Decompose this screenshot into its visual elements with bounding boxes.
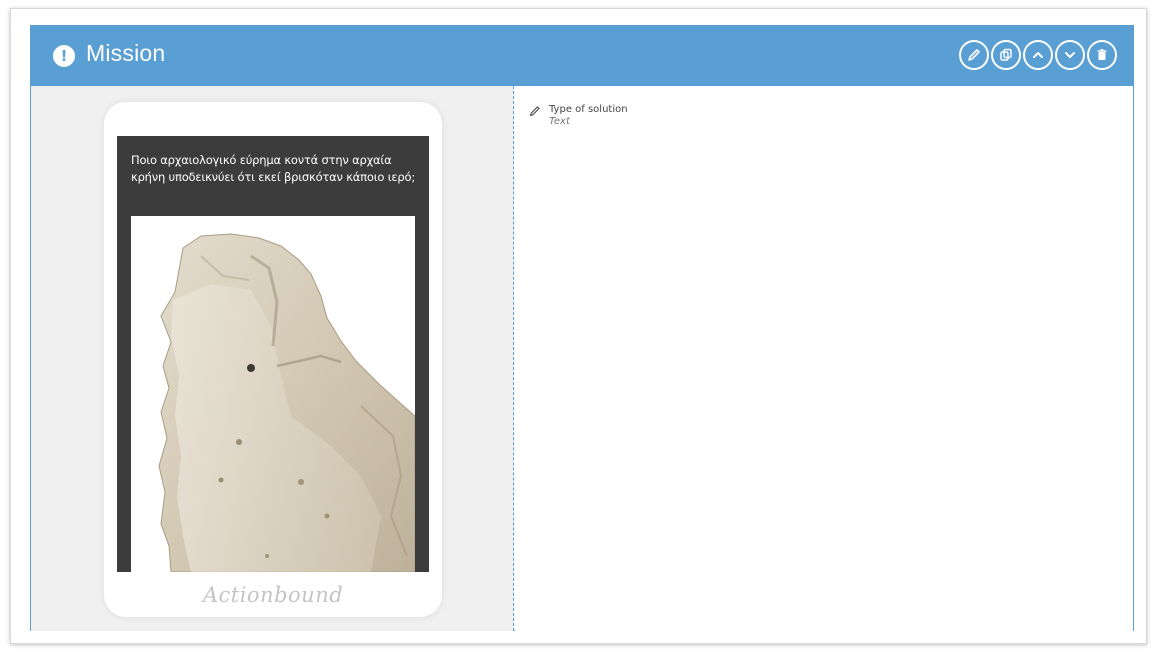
solution-type-row[interactable]: Type of solution Text <box>529 104 628 128</box>
move-down-button[interactable] <box>1055 40 1085 70</box>
copy-icon <box>1000 48 1012 61</box>
edit-button[interactable] <box>959 40 989 70</box>
preview-pane: Ποιο αρχαιολογικό εύρημα κοντά στην αρχα… <box>31 86 514 631</box>
trash-icon <box>1097 49 1107 60</box>
duplicate-button[interactable] <box>991 40 1021 70</box>
solution-text: Type of solution Text <box>549 104 628 128</box>
pencil-icon <box>529 106 540 117</box>
exclamation-circle-icon: ! <box>53 45 75 67</box>
mission-title: Mission <box>86 40 166 66</box>
chevron-down-icon <box>1065 52 1075 58</box>
delete-button[interactable] <box>1087 40 1117 70</box>
question-text: Ποιο αρχαιολογικό εύρημα κοντά στην αρχα… <box>131 153 416 184</box>
move-up-button[interactable] <box>1023 40 1053 70</box>
mission-panel: ! Mission Ποιο αρχαιολογικό εύρημα κοντά… <box>30 25 1134 631</box>
phone-screen: Ποιο αρχαιολογικό εύρημα κοντά στην αρχα… <box>117 136 429 572</box>
chevron-up-icon <box>1033 52 1043 58</box>
solution-type-value: Text <box>549 116 570 127</box>
action-buttons <box>959 40 1117 70</box>
pencil-icon <box>968 49 980 61</box>
actionbound-logo: Actionbound <box>202 583 344 607</box>
mission-header: ! Mission <box>31 26 1133 86</box>
phone-preview: Ποιο αρχαιολογικό εύρημα κοντά στην αρχα… <box>104 102 442 617</box>
settings-pane: Type of solution Text <box>515 86 1133 631</box>
stone-artifact-image <box>131 216 415 572</box>
solution-type-label: Type of solution <box>549 104 628 115</box>
